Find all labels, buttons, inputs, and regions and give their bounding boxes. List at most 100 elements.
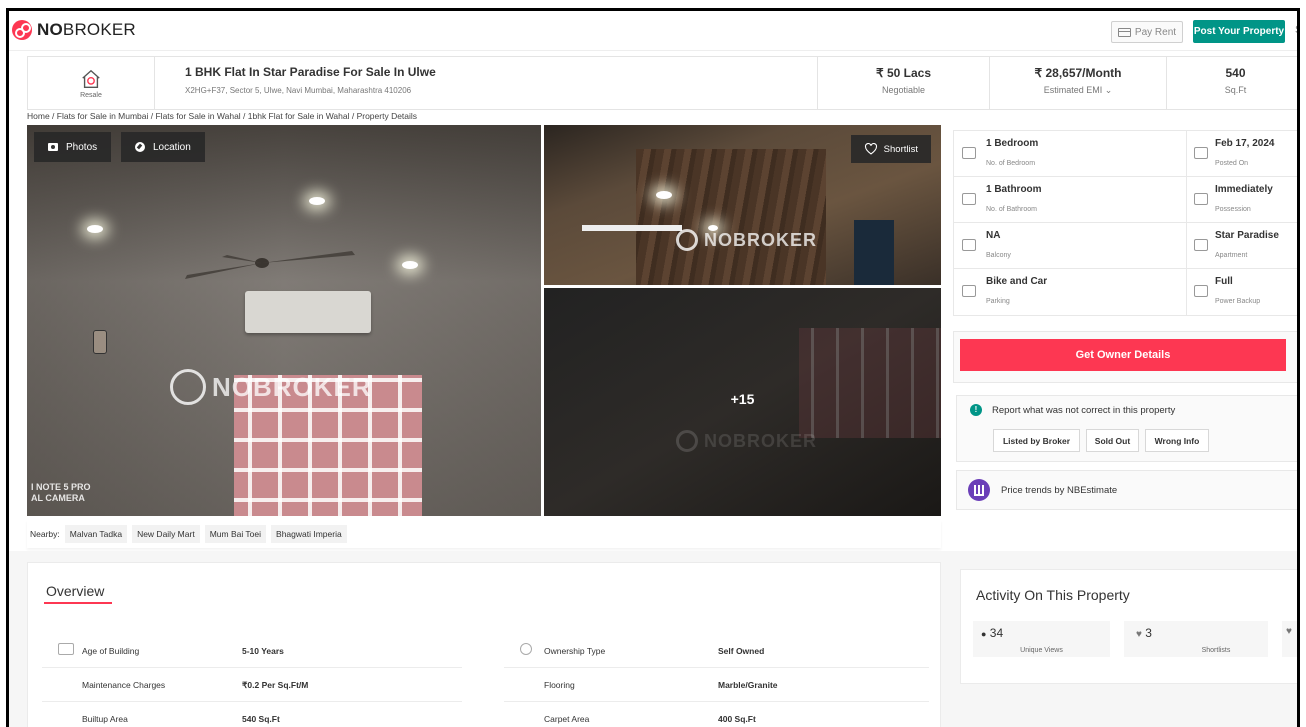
detail-value: 1 Bathroom <box>986 184 1042 195</box>
detail-value: Bike and Car <box>986 276 1048 287</box>
possession-detail: Immediately Possession <box>1187 177 1297 222</box>
photos-label: Photos <box>66 141 98 153</box>
overview-value: 540 Sq.Ft <box>242 714 280 724</box>
property-header: Resale 1 BHK Flat In Star Paradise For S… <box>27 56 1297 110</box>
overview-row: Flooring Marble/Granite <box>504 672 929 702</box>
camera-stamp-line1: I NOTE 5 PRO <box>31 482 91 492</box>
watermark-text: NOBROKER <box>212 371 372 402</box>
nearby-chip[interactable]: Malvan Tadka <box>64 525 128 543</box>
post-property-button[interactable]: Post Your Property <box>1193 20 1285 43</box>
details-row: 1 Bedroom No. of Bedroom Feb 17, 2024 Po… <box>954 131 1297 177</box>
detail-label: Apartment <box>1215 252 1248 259</box>
nav-overflow-item[interactable]: S <box>1295 24 1297 36</box>
emi-block[interactable]: ₹ 28,657/Month Estimated EMI ⌄ <box>990 57 1167 109</box>
compass-icon <box>135 142 145 152</box>
more-photos-count[interactable]: +15 <box>544 391 941 407</box>
secondary-property-photo[interactable]: NOBROKER Shortlist <box>544 125 941 285</box>
activity-card: Activity On This Property ● 34 Unique Vi… <box>960 569 1297 684</box>
detail-value: Immediately <box>1215 184 1273 195</box>
price-trends-link[interactable]: Price trends by NBEstimate <box>1001 485 1117 496</box>
details-row: NA Balcony Star Paradise Apartment <box>954 223 1297 269</box>
logo-text: NOBROKER <box>37 20 136 39</box>
calendar-icon <box>1194 147 1208 159</box>
emi-label[interactable]: Estimated EMI ⌄ <box>990 85 1166 96</box>
overview-underline <box>44 602 112 604</box>
detail-value: Star Paradise <box>1215 230 1279 241</box>
unique-views-stat: ● 34 Unique Views <box>973 621 1110 657</box>
battery-icon <box>1194 285 1208 297</box>
camera-stamp: I NOTE 5 PRO AL CAMERA <box>31 482 91 504</box>
report-panel: ! Report what was not correct in this pr… <box>956 395 1297 462</box>
shortlist-label: Shortlist <box>883 143 918 155</box>
overview-value: Self Owned <box>718 646 765 656</box>
pay-rent-button[interactable]: Pay Rent <box>1111 21 1183 43</box>
photos-button[interactable]: Photos <box>34 132 112 162</box>
resale-badge: Resale <box>28 57 155 109</box>
heart-icon <box>864 143 877 155</box>
ceiling-light <box>656 191 672 199</box>
alert-icon: ! <box>970 404 982 416</box>
overview-row: Age of Building 5-10 Years <box>42 638 462 668</box>
shortlists-value: ♥ 3 <box>1136 626 1152 640</box>
detail-value: Feb 17, 2024 <box>1215 138 1275 149</box>
unique-views-label: Unique Views <box>1020 647 1063 654</box>
page-frame: NOBROKER Pay Rent Post Your Property S R… <box>6 8 1300 727</box>
price-value: ₹ 50 Lacs <box>875 66 931 80</box>
bathtub-icon <box>962 193 976 205</box>
wood-panel <box>636 149 826 285</box>
nearby-bar: Nearby: Malvan Tadka New Daily Mart Mum … <box>27 520 941 548</box>
nearby-chip[interactable]: Bhagwati Imperia <box>271 525 347 543</box>
power-backup-detail: Full Power Backup <box>1187 269 1297 315</box>
detail-label: Posted On <box>1215 160 1249 167</box>
property-title-block: 1 BHK Flat In Star Paradise For Sale In … <box>155 57 818 109</box>
curtain <box>799 328 941 438</box>
area-label: Sq.Ft <box>1224 85 1247 95</box>
property-title: 1 BHK Flat In Star Paradise For Sale In … <box>185 65 436 79</box>
sold-out-button[interactable]: Sold Out <box>1086 429 1139 452</box>
top-navbar: NOBROKER Pay Rent Post Your Property S <box>9 11 1297 51</box>
contacted-icon: ♥ <box>1286 626 1292 637</box>
overview-value: Marble/Granite <box>718 680 778 690</box>
overview-key: Builtup Area <box>82 714 128 724</box>
overview-key: Ownership Type <box>544 646 606 656</box>
doorway <box>854 220 894 285</box>
bed-icon <box>962 147 976 159</box>
chart-icon <box>968 479 990 501</box>
ceiling-light <box>309 197 325 205</box>
photo-gallery: NOBROKER I NOTE 5 PRO AL CAMERA Photos L… <box>27 125 941 516</box>
nobroker-logo-icon <box>12 20 32 40</box>
wrong-info-button[interactable]: Wrong Info <box>1145 429 1209 452</box>
overview-row: Maintenance Charges ₹0.2 Per Sq.Ft/M <box>42 672 462 702</box>
bathroom-detail: 1 Bathroom No. of Bathroom <box>954 177 1187 222</box>
property-address: X2HG+F37, Sector 5, Ulwe, Navi Mumbai, M… <box>185 86 412 95</box>
overview-row: Ownership Type Self Owned <box>504 638 929 668</box>
get-owner-details-button[interactable]: Get Owner Details <box>960 339 1286 371</box>
watermark-text: NOBROKER <box>704 430 818 451</box>
ownership-icon <box>520 643 532 655</box>
nobroker-watermark: NOBROKER <box>676 430 817 452</box>
camera-icon <box>48 143 58 151</box>
nobroker-logo[interactable]: NOBROKER <box>12 20 136 40</box>
main-property-photo[interactable]: NOBROKER I NOTE 5 PRO AL CAMERA Photos L… <box>27 125 541 516</box>
nearby-chip[interactable]: Mum Bai Toei <box>204 525 267 543</box>
nearby-label: Nearby: <box>30 529 60 539</box>
breadcrumb[interactable]: Home / Flats for Sale in Mumbai / Flats … <box>27 111 417 121</box>
price-trends-panel[interactable]: Price trends by NBEstimate <box>956 470 1297 510</box>
unique-views-value: ● 34 <box>981 626 1003 640</box>
air-conditioner <box>245 291 371 333</box>
shortlist-button[interactable]: Shortlist <box>850 135 931 163</box>
property-details-grid: 1 Bedroom No. of Bedroom Feb 17, 2024 Po… <box>953 130 1297 316</box>
more-photos-tile[interactable]: NOBROKER +15 <box>544 288 941 516</box>
ceiling-fan <box>185 251 355 279</box>
activity-title: Activity On This Property <box>976 587 1130 603</box>
apartment-detail: Star Paradise Apartment <box>1187 223 1297 268</box>
car-icon <box>962 285 976 297</box>
location-button[interactable]: Location <box>121 132 205 162</box>
listed-by-broker-button[interactable]: Listed by Broker <box>993 429 1080 452</box>
overview-title: Overview <box>46 583 105 599</box>
nobroker-watermark: NOBROKER <box>676 229 817 251</box>
detail-label: Parking <box>986 298 1010 305</box>
shortlists-stat: ♥ 3 Shortlists <box>1124 621 1268 657</box>
nearby-chip[interactable]: New Daily Mart <box>132 525 200 543</box>
person-icon: ● <box>981 629 987 639</box>
